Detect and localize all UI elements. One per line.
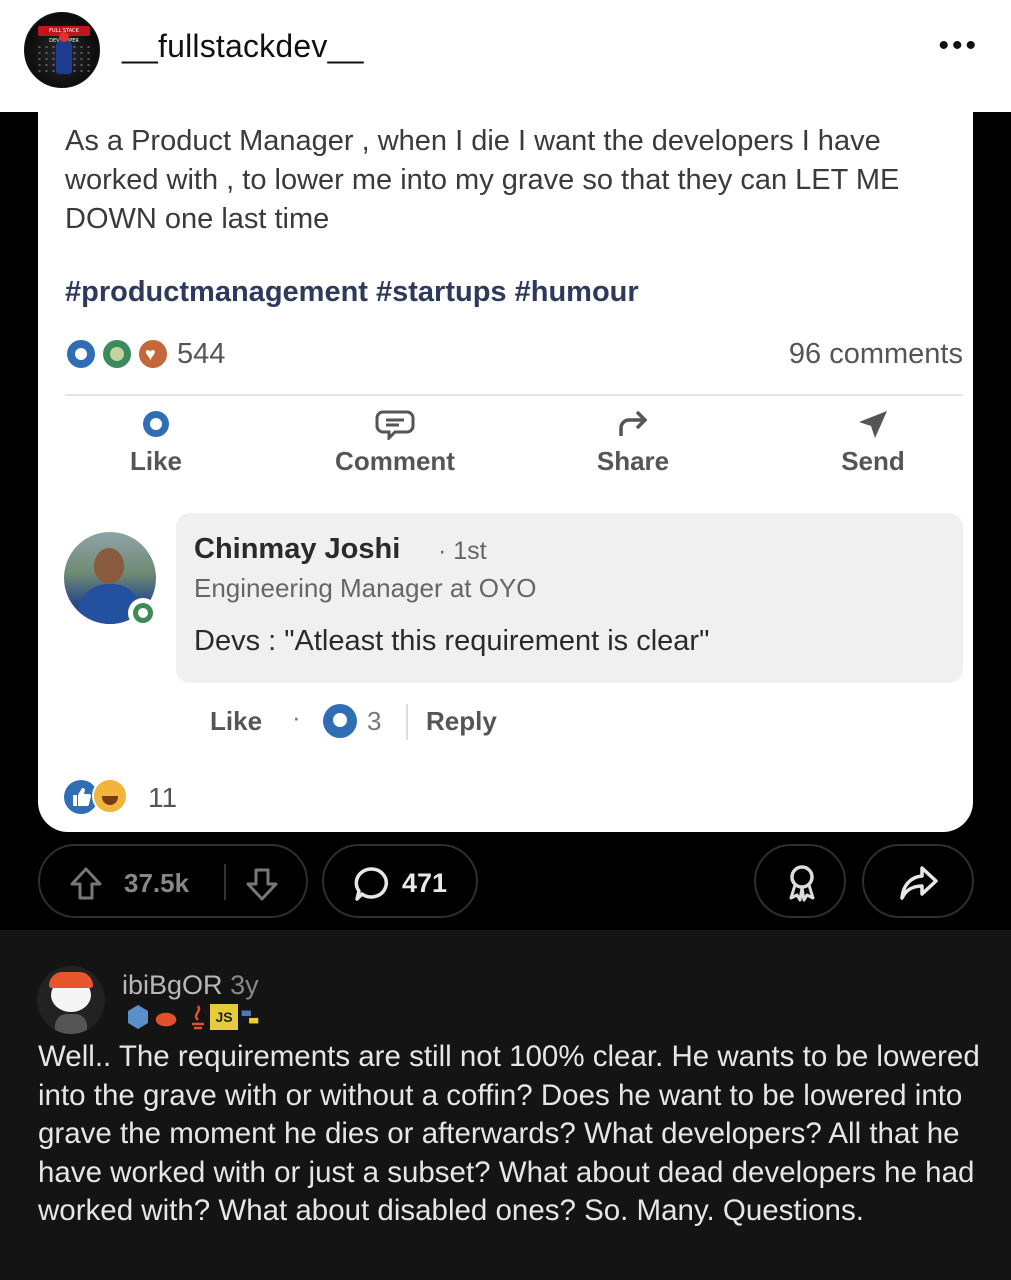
comment-username[interactable]: ibiBgOR: [122, 970, 223, 1000]
downvote-icon[interactable]: [242, 864, 282, 904]
account-avatar[interactable]: FULL STACK DEVELOPER: [24, 12, 100, 88]
python-icon: [241, 1010, 259, 1024]
vote-count: 37.5k: [124, 868, 190, 898]
send-label: Send: [841, 446, 905, 476]
comment-icon: [375, 410, 415, 440]
instagram-header: FULL STACK DEVELOPER __fullstackdev__ ••…: [0, 0, 1011, 112]
comment-bubble: Chinmay Joshi · 1st Engineering Manager …: [176, 513, 963, 683]
online-status-icon: [128, 598, 158, 628]
comments-count[interactable]: 96 comments: [789, 338, 963, 371]
avatar-figure: [56, 32, 72, 74]
comment-username-line: ibiBgOR 3y: [122, 970, 259, 1001]
comment-age: 3y: [230, 970, 259, 1000]
more-dots-icon[interactable]: •••: [938, 31, 979, 61]
post-hashtags[interactable]: #productmanagement #startups #humour: [65, 276, 639, 309]
avatar-hair: [49, 972, 93, 988]
c-icon: [128, 1005, 148, 1029]
reddit-action-bar: 37.5k 471: [0, 832, 1011, 930]
comment-bubble-icon: [354, 867, 388, 901]
divider: [65, 394, 963, 396]
linkedin-post-card: As a Product Manager , when I die I want…: [38, 112, 973, 832]
vote-pill: 37.5k: [38, 844, 308, 918]
celebrate-reaction-icon: [101, 338, 133, 370]
like-button[interactable]: Like: [116, 408, 196, 477]
like-reaction-icon: [323, 704, 357, 738]
comment-count: 471: [402, 868, 448, 898]
share-label: Share: [596, 446, 670, 476]
java-icon: [192, 1005, 204, 1030]
love-reaction-icon: [137, 338, 169, 370]
share-button[interactable]: [862, 844, 974, 918]
reddit-comment: ibiBgOR 3y JS Well.. The requirements ar…: [0, 930, 1011, 1280]
like-reaction-icon: [65, 338, 97, 370]
commenter-avatar[interactable]: [37, 966, 105, 1034]
share-arrow-icon: [619, 410, 648, 436]
vote-divider: [224, 864, 226, 900]
separator-dot: ·: [292, 702, 301, 732]
js-icon: JS: [210, 1004, 238, 1030]
reaction-count[interactable]: 544: [177, 338, 225, 371]
award-button[interactable]: [754, 844, 846, 918]
comment-text: Devs : "Atleast this requirement is clea…: [194, 625, 710, 657]
laughing-emoji-icon: [92, 778, 128, 814]
post-text: As a Product Manager , when I die I want…: [65, 125, 900, 235]
divider: [406, 704, 408, 740]
like-label: Like: [129, 446, 183, 476]
post-actions: Like Comment Share Send: [38, 408, 973, 488]
like-icon: [143, 411, 169, 437]
comment-author-headline: Engineering Manager at OYO: [194, 573, 537, 603]
comment-like-button[interactable]: Like: [210, 706, 262, 737]
comments-button[interactable]: 471: [322, 844, 478, 918]
comment-body: Well.. The requirements are still not 10…: [38, 1040, 980, 1227]
connection-degree: · 1st: [438, 537, 487, 565]
bottom-reaction-count: 11: [148, 782, 178, 813]
rust-icon: [155, 1012, 177, 1027]
reactions-summary: 544 96 comments: [65, 338, 963, 374]
comment-button[interactable]: Comment: [320, 408, 470, 477]
account-username[interactable]: __fullstackdev__: [122, 28, 364, 65]
send-button[interactable]: Send: [828, 408, 918, 477]
comment-reply-button[interactable]: Reply: [426, 706, 497, 737]
avatar-head: [94, 548, 124, 584]
send-icon: [859, 411, 887, 438]
avatar-shirt: [55, 1014, 87, 1034]
comment-author[interactable]: Chinmay Joshi: [194, 533, 400, 566]
comment-label: Comment: [335, 446, 455, 476]
award-icon: [789, 865, 815, 902]
share-button[interactable]: Share: [583, 408, 683, 477]
share-icon: [900, 866, 938, 900]
comment-reaction-count[interactable]: 3: [367, 706, 381, 737]
upvote-icon[interactable]: [66, 864, 106, 904]
